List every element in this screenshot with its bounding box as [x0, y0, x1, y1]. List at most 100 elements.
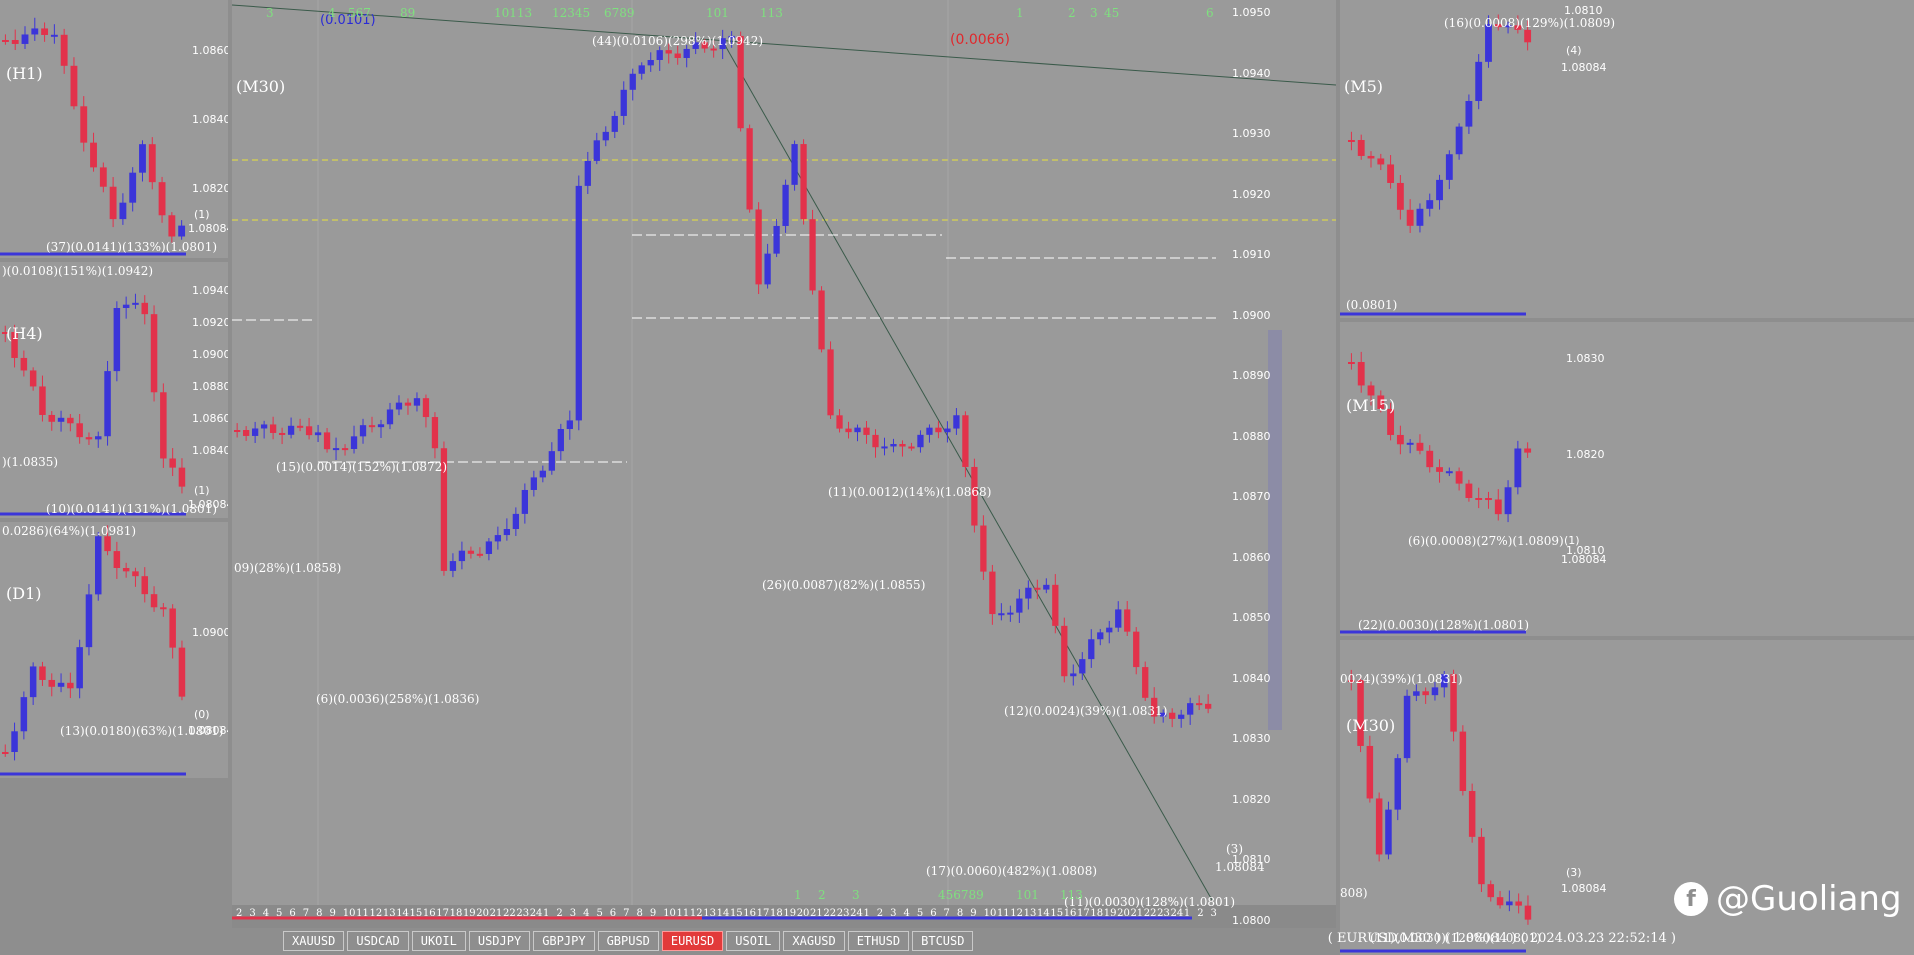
bottom-count: 113 [1060, 888, 1083, 902]
annotation-1: (44)(0.0106)(298%)(1.0942) [592, 34, 764, 48]
symbol-tab-xauusd[interactable]: XAUUSD [283, 931, 345, 951]
candle [494, 526, 502, 550]
time-axis-label: 11 [356, 908, 369, 919]
symbol-tab-btcusd[interactable]: BTCUSD [912, 931, 974, 951]
candle [1375, 792, 1383, 862]
candle [57, 673, 65, 693]
m5-timeframe-label: (M5) [1344, 77, 1384, 96]
time-axis-label: 18 [449, 908, 463, 919]
symbol-tab-gbpjpy[interactable]: GBPJPY [533, 931, 595, 951]
time-axis-label: 20 [476, 908, 490, 919]
h4-chart-pane[interactable]: (H4) )(0.0108)(151%)(1.0942) )(1.0835) (… [0, 262, 228, 518]
candle [350, 425, 358, 454]
symbol-tab-usdjpy[interactable]: USDJPY [468, 931, 531, 951]
candle [260, 420, 268, 439]
bottom-count: 1 [794, 888, 802, 902]
symbol-tab-ukoil[interactable]: UKOIL [411, 931, 466, 951]
candle [242, 426, 250, 441]
candle [557, 423, 564, 461]
time-axis-label: 3 [569, 908, 577, 919]
candle [129, 167, 137, 212]
symbol-tab-usoil[interactable]: USOIL [726, 931, 781, 951]
candle [1396, 425, 1404, 455]
candle [314, 424, 322, 443]
time-axis-label: 17 [1077, 908, 1090, 919]
candle [41, 22, 49, 42]
h1-timeframe-label: (H1) [6, 64, 43, 83]
candle [1357, 351, 1365, 393]
candle [48, 673, 56, 697]
candle [674, 45, 681, 65]
candle [611, 111, 618, 139]
candle [926, 424, 933, 443]
candle [160, 603, 167, 617]
candle [160, 383, 167, 468]
top-count: 113 [760, 6, 783, 20]
time-axis-label: 1 [1183, 908, 1191, 919]
candle [1377, 153, 1385, 171]
candle [169, 448, 176, 477]
time-axis-label: 24 [850, 908, 863, 919]
price-axis-label: 1.0900 [1232, 308, 1271, 322]
candle [1413, 684, 1420, 702]
candle [1436, 459, 1443, 483]
candle [119, 193, 127, 225]
time-axis-label: 1 [863, 908, 870, 919]
symbol-tab-xagusd[interactable]: XAGUSD [783, 931, 845, 951]
candle [29, 662, 37, 705]
time-axis-label: 18 [770, 908, 783, 919]
symbol-tab-eurusd[interactable]: EURUSD [661, 931, 724, 951]
time-axis-label: 11 [676, 908, 690, 919]
candle [1445, 150, 1453, 190]
candle [1455, 467, 1463, 491]
price-axis-label: 1.0870 [1232, 490, 1271, 503]
candle [791, 140, 798, 191]
candle [99, 162, 107, 193]
time-axis-label: 8 [956, 908, 964, 919]
candle [854, 424, 861, 442]
candle [953, 408, 960, 435]
status-bar: ( EURUSD,M30 ) ( 1.08084 ) ( 2024.03.23 … [1328, 931, 1676, 946]
symbol-tab-gbpusd[interactable]: GBPUSD [597, 931, 659, 951]
candle [890, 438, 897, 453]
h1-chart-pane[interactable]: (H1) (37)(0.0141)(133%)(1.0801) 1.0860 1… [0, 0, 228, 258]
time-axis-label: 16 [743, 908, 757, 919]
candle [48, 411, 56, 431]
symbol-tab-usdcad[interactable]: USDCAD [347, 931, 409, 951]
candle [809, 209, 816, 295]
candle [168, 212, 176, 243]
top-count: 89 [400, 6, 416, 20]
time-axis-label: 16 [422, 908, 436, 919]
candle [1478, 828, 1485, 892]
top-count: 1 [1016, 6, 1024, 20]
candle [1468, 783, 1476, 843]
h4-tag: (1) [194, 484, 210, 497]
candle [899, 440, 906, 457]
time-axis-label: 15 [729, 908, 743, 919]
candle [908, 442, 915, 451]
m15-chart-pane[interactable]: (M15) (6)(0.0008)(27%)(1.0809) (22)(0.00… [1340, 322, 1914, 636]
time-axis-label: 16 [1063, 908, 1077, 919]
candle [1524, 442, 1532, 458]
m30-mini-timeframe-label: (M30) [1346, 716, 1396, 735]
time-axis-label: 2 [236, 908, 243, 919]
h4-price-4: 1.0880 [192, 380, 228, 393]
status-price: ( 1.08084 ) [1444, 931, 1517, 946]
candle [1506, 890, 1513, 912]
watermark-text: @Guoliang [1716, 879, 1902, 919]
time-axis-label: 9 [970, 908, 977, 919]
time-axis-label: 19 [462, 908, 476, 919]
candle [139, 140, 146, 182]
symbol-tab-ethusd[interactable]: ETHUSD [847, 931, 910, 951]
m5-chart-pane[interactable]: (M5) (16)(0.0008)(129%)(1.0809) 1.0810 (… [1340, 0, 1914, 318]
main-chart-pane[interactable]: (M30) (0.0101) (0.0066) (44)(0.0106)(298… [232, 0, 1336, 928]
time-axis-label: 18 [1090, 908, 1104, 919]
h4-price-5: 1.0860 [192, 412, 228, 425]
d1-chart-pane[interactable]: (D1) 0.0286)(64%)(1.0981) (13)(0.0180)(6… [0, 522, 228, 778]
h1-price-2: 1.0840 [192, 113, 228, 126]
time-axis-label: 15 [1050, 908, 1064, 919]
candle [1034, 579, 1041, 600]
time-axis-label: 23 [516, 908, 530, 919]
candle [881, 437, 888, 456]
top-count: 45 [1104, 6, 1120, 20]
